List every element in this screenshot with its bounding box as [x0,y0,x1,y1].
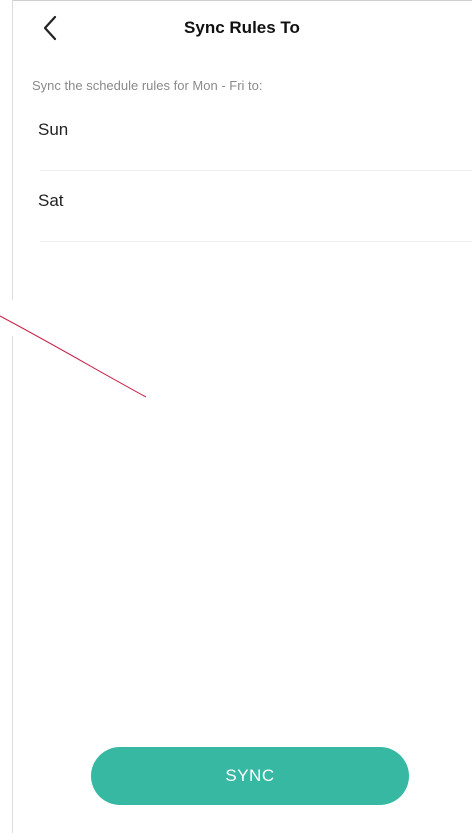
page-title: Sync Rules To [184,18,300,37]
annotation-line [0,315,147,398]
day-label: Sun [38,120,69,139]
frame-left-edge-lower [12,336,13,833]
day-item-sat[interactable]: Sat [38,171,472,242]
day-item-sun[interactable]: Sun [38,100,472,171]
sync-description: Sync the schedule rules for Mon - Fri to… [32,78,263,93]
nav-bar: Sync Rules To [12,0,472,60]
day-list: Sun Sat [38,100,472,242]
sync-button[interactable]: SYNC [91,747,409,805]
day-label: Sat [38,191,64,210]
sync-rules-screen: Sync Rules To Sync the schedule rules fo… [0,0,472,833]
